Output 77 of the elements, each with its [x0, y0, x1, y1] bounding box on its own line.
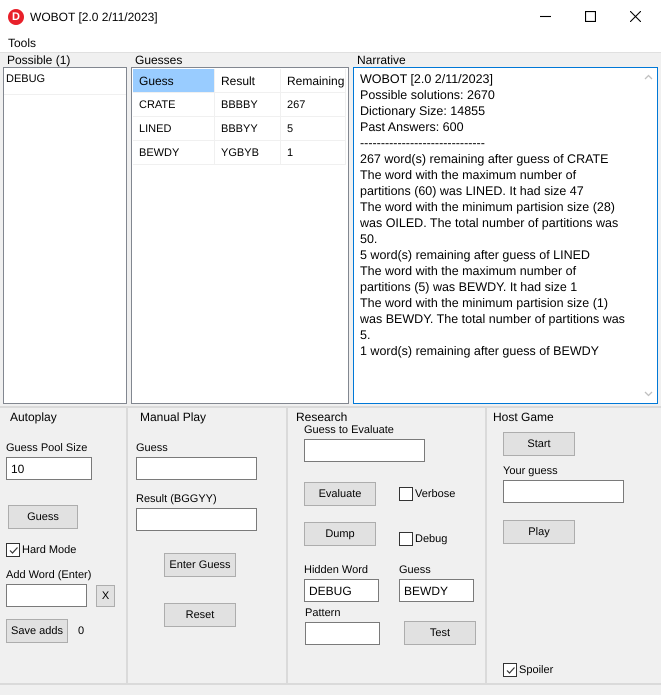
- pattern-field[interactable]: [305, 622, 380, 645]
- group-title: Autoplay: [10, 410, 57, 424]
- field-label: Guess: [136, 442, 168, 454]
- evaluate-field[interactable]: [304, 439, 425, 462]
- column-header[interactable]: Remaining: [281, 69, 346, 93]
- table-cell: 1: [281, 141, 346, 165]
- panel-title: Narrative: [357, 53, 407, 67]
- checkbox-label: Verbose: [415, 488, 456, 500]
- table-cell: BBBYY: [215, 117, 281, 141]
- group-title: Research: [296, 410, 348, 424]
- verbose-checkbox[interactable]: [399, 487, 413, 501]
- narrative-line: 267 word(s) remaining after guess of CRATE: [360, 151, 610, 167]
- reset-button[interactable]: Reset: [164, 603, 236, 627]
- enter-guess-button[interactable]: Enter Guess: [164, 553, 236, 577]
- narrative-line: Possible solutions: 2670: [360, 87, 496, 103]
- field-label: Add Word (Enter): [6, 569, 92, 581]
- narrative-line: The word with the maximum number of partitions (60) was LINED. It had size 47: [360, 167, 585, 199]
- adds-count: 0: [78, 625, 84, 637]
- field-label: Pattern: [305, 607, 342, 619]
- narrative-line: The word with the minimum partision size (1) was BEWDY. The total number of partitions was 5.: [360, 295, 626, 343]
- narrative-line: The word with the minimum partision size (28) was OILED. The total number of partitions was 50.: [360, 199, 620, 247]
- group-title: Manual Play: [140, 410, 206, 424]
- menu-item[interactable]: Tools: [8, 36, 36, 50]
- narrative-line: Dictionary Size: 14855: [360, 103, 486, 119]
- checkbox-label: Debug: [415, 533, 448, 545]
- narrative-line: 1 word(s) remaining after guess of BEWDY: [360, 343, 600, 359]
- table-cell: YGBYB: [215, 141, 281, 165]
- narrative-line: The word with the maximum number of partitions (5) was BEWDY. It had size 1: [360, 263, 578, 295]
- table-cell: BBBBY: [215, 93, 281, 117]
- narrative-line: WOBOT [2.0 2/11/2023]: [360, 71, 494, 87]
- panel-title: Possible (1): [7, 53, 72, 67]
- field-label: Your guess: [503, 465, 558, 477]
- hidden-word-field[interactable]: DEBUG: [304, 579, 379, 602]
- field-label: Guess: [399, 564, 432, 576]
- table-cell: 5: [281, 117, 346, 141]
- list-item[interactable]: DEBUG: [4, 68, 126, 95]
- spoiler-checkbox[interactable]: [503, 663, 517, 677]
- maximize-icon[interactable]: [585, 11, 596, 22]
- test-button[interactable]: Test: [404, 621, 476, 645]
- panel-title: Guesses: [135, 53, 184, 67]
- field-label: Guess to Evaluate: [304, 424, 394, 436]
- narrative-line: Past Answers: 600: [360, 119, 465, 135]
- table-cell: CRATE: [133, 93, 215, 117]
- add-word-field[interactable]: [6, 584, 87, 607]
- table-cell: 267: [281, 93, 346, 117]
- dump-button[interactable]: Dump: [304, 522, 376, 546]
- checkbox-label: Spoiler: [519, 664, 554, 676]
- guess-button[interactable]: Guess: [8, 505, 78, 529]
- evaluate-button[interactable]: Evaluate: [304, 482, 376, 506]
- save-adds-button[interactable]: Save adds: [6, 619, 68, 643]
- play-button[interactable]: Play: [503, 520, 575, 544]
- debug-checkbox[interactable]: [399, 532, 413, 546]
- table-cell: BEWDY: [133, 141, 215, 165]
- your-guess-field[interactable]: [503, 480, 624, 503]
- table-cell: LINED: [133, 117, 215, 141]
- close-icon[interactable]: [630, 11, 641, 22]
- result-field[interactable]: [136, 508, 257, 531]
- check-icon: [504, 664, 516, 676]
- guess-field[interactable]: [136, 457, 257, 480]
- hard-mode-checkbox[interactable]: [6, 543, 20, 557]
- guess-field[interactable]: BEWDY: [399, 579, 474, 602]
- field-label: Hidden Word: [304, 564, 369, 576]
- window-title: WOBOT [2.0 2/11/2023]: [30, 10, 158, 24]
- narrative-textbox[interactable]: [353, 67, 658, 404]
- field-label: Result (BGGYY): [136, 493, 217, 505]
- start-button[interactable]: Start: [503, 432, 575, 456]
- column-header[interactable]: Guess: [133, 69, 215, 93]
- pool-size-field[interactable]: 10: [6, 457, 92, 480]
- checkbox-label: Hard Mode: [22, 544, 76, 556]
- clear-button[interactable]: X: [96, 584, 115, 606]
- app-logo-icon: D: [8, 8, 24, 24]
- column-header[interactable]: Result: [215, 69, 281, 93]
- check-icon: [8, 544, 18, 556]
- field-label: Guess Pool Size: [6, 442, 88, 454]
- group-title: Host Game: [493, 410, 554, 424]
- narrative-line: ------------------------------: [360, 135, 486, 151]
- narrative-line: 5 word(s) remaining after guess of LINED: [360, 247, 591, 263]
